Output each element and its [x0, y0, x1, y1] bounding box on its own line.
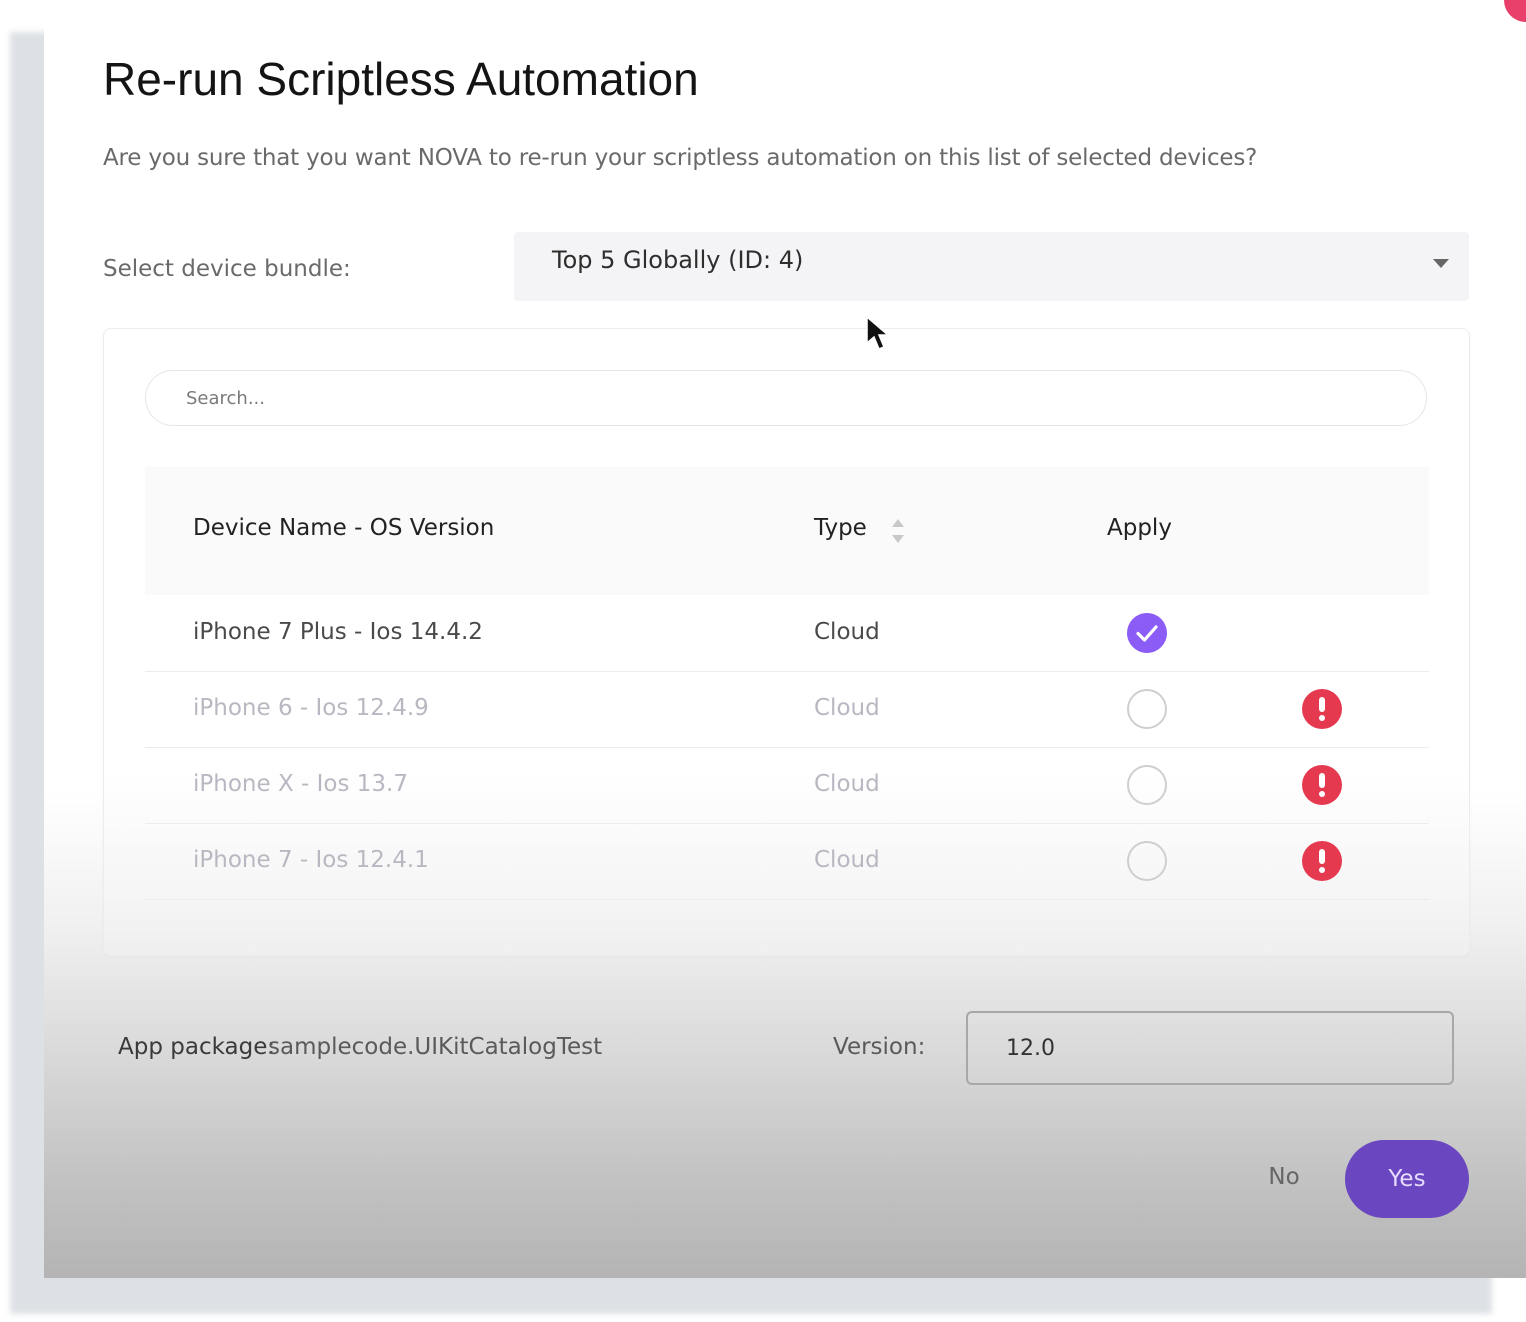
table-row: iPhone 6 - Ios 12.4.9 Cloud	[145, 671, 1429, 748]
yes-button[interactable]: Yes	[1345, 1140, 1469, 1218]
version-label: Version:	[833, 1034, 926, 1060]
apply-radio[interactable]	[1127, 765, 1167, 805]
apply-radio-checked[interactable]	[1127, 613, 1167, 653]
app-package-value: samplecode.UIKitCatalogTest	[268, 1034, 603, 1060]
apply-radio[interactable]	[1127, 689, 1167, 729]
dialog-title: Re-run Scriptless Automation	[103, 53, 699, 105]
apply-radio[interactable]	[1127, 841, 1167, 881]
device-type: Cloud	[814, 619, 880, 645]
app-package-label: App package:	[118, 1034, 276, 1060]
table-row: iPhone X - Ios 13.7 Cloud	[145, 747, 1429, 824]
table-row: iPhone 7 Plus - Ios 14.4.2 Cloud	[145, 595, 1429, 672]
exclamation-icon[interactable]	[1302, 765, 1342, 805]
exclamation-icon[interactable]	[1302, 689, 1342, 729]
close-icon[interactable]	[1504, 0, 1526, 22]
column-header-device: Device Name - OS Version	[193, 515, 495, 541]
dialog-message: Are you sure that you want NOVA to re-ru…	[103, 145, 1258, 171]
column-header-type[interactable]: Type	[814, 515, 867, 541]
search-input[interactable]	[145, 370, 1427, 426]
device-type: Cloud	[814, 847, 880, 873]
exclamation-icon[interactable]	[1302, 841, 1342, 881]
rerun-dialog: Re-run Scriptless Automation Are you sur…	[44, 0, 1526, 1278]
sort-icon[interactable]	[891, 517, 905, 545]
device-name: iPhone X - Ios 13.7	[193, 771, 408, 797]
no-button[interactable]: No	[1244, 1150, 1324, 1204]
device-name: iPhone 7 - Ios 12.4.1	[193, 847, 429, 873]
bundle-label: Select device bundle:	[103, 256, 351, 282]
chevron-down-icon	[1433, 259, 1449, 268]
device-type: Cloud	[814, 771, 880, 797]
table-row: iPhone 7 - Ios 12.4.1 Cloud	[145, 823, 1429, 900]
device-bundle-value: Top 5 Globally (ID: 4)	[552, 246, 804, 274]
device-name: iPhone 7 Plus - Ios 14.4.2	[193, 619, 483, 645]
checkmark-icon	[1136, 625, 1158, 642]
column-header-apply: Apply	[1107, 515, 1172, 541]
device-name: iPhone 6 - Ios 12.4.9	[193, 695, 429, 721]
version-field[interactable]	[966, 1011, 1454, 1085]
table-header: Device Name - OS Version Type Apply	[145, 467, 1429, 595]
device-bundle-select[interactable]: Top 5 Globally (ID: 4)	[514, 232, 1469, 301]
device-type: Cloud	[814, 695, 880, 721]
device-list-card: Device Name - OS Version Type Apply iPho…	[103, 328, 1470, 956]
mouse-cursor-icon	[866, 316, 891, 350]
